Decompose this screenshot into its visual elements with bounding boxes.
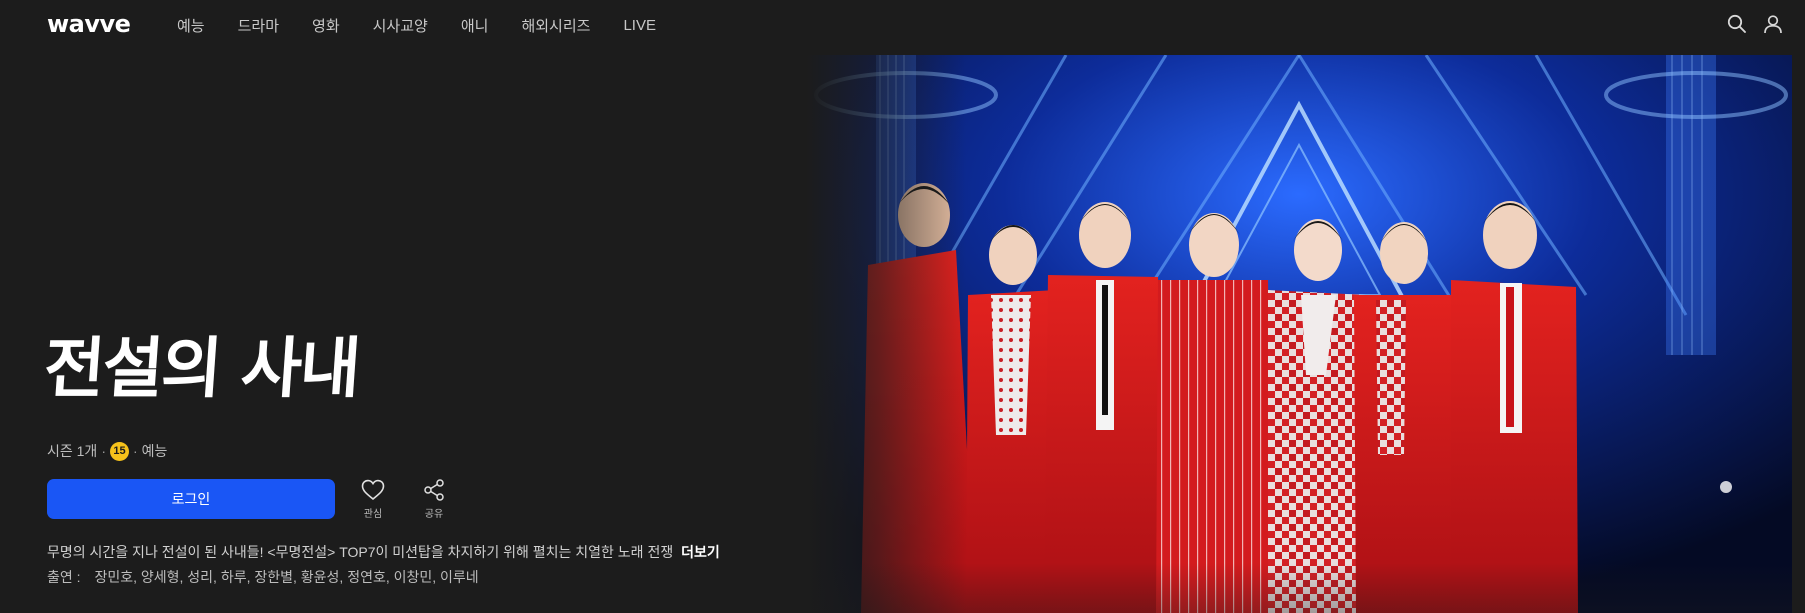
search-icon[interactable]	[1726, 13, 1748, 35]
cast-names: 장민호, 양세형, 성리, 하루, 장한별, 황윤성, 정연호, 이창민, 이루…	[94, 569, 479, 585]
user-icon[interactable]	[1762, 13, 1784, 35]
meta-separator: ·	[101, 443, 106, 459]
genre-label: 예능	[141, 443, 168, 459]
favorite-label: 관심	[363, 509, 383, 520]
hero-fade-left	[806, 55, 966, 613]
share-label: 공유	[424, 509, 444, 520]
more-link[interactable]: 더보기	[681, 544, 720, 560]
show-description: 무명의 시간을 지나 전설이 된 사내들! <무명전설> TOP7이 미션탑을 …	[47, 542, 720, 562]
share-icon	[424, 479, 444, 501]
header-actions	[1712, 13, 1784, 35]
nav-item-variety[interactable]: 예능	[177, 15, 205, 36]
login-button[interactable]: 로그인	[47, 479, 335, 519]
nav-item-movie[interactable]: 영화	[312, 15, 340, 36]
favorite-button[interactable]: 관심	[353, 478, 393, 520]
show-title-logo: 전설의 사내	[41, 330, 362, 407]
nav-item-live[interactable]: LIVE	[623, 17, 656, 34]
wavve-logo[interactable]: wavve	[47, 10, 131, 38]
hero-fade-bottom	[806, 563, 1792, 613]
nav-item-foreign-series[interactable]: 해외시리즈	[521, 15, 590, 36]
heart-icon	[361, 479, 385, 501]
nav-item-animation[interactable]: 애니	[461, 15, 489, 36]
nav-item-drama[interactable]: 드라마	[238, 15, 279, 36]
show-meta: 시즌 1개 · 15 · 예능	[47, 441, 167, 461]
season-count: 시즌 1개	[47, 443, 98, 459]
age-rating-badge: 15	[110, 441, 129, 461]
share-button[interactable]: 공유	[414, 478, 454, 520]
main-nav: 예능 드라마 영화 시사교양 애니 해외시리즈 LIVE	[177, 0, 689, 50]
cast-label: 출연 :	[47, 569, 81, 585]
top-header: wavve 예능 드라마 영화 시사교양 애니 해외시리즈 LIVE	[0, 0, 1805, 50]
cast-line: 출연 : 장민호, 양세형, 성리, 하루, 장한별, 황윤성, 정연호, 이창…	[47, 567, 479, 587]
meta-separator: ·	[133, 443, 138, 459]
description-text: 무명의 시간을 지나 전설이 된 사내들! <무명전설> TOP7이 미션탑을 …	[47, 544, 674, 560]
hero-image	[806, 55, 1792, 613]
nav-item-current-affairs[interactable]: 시사교양	[373, 15, 428, 36]
